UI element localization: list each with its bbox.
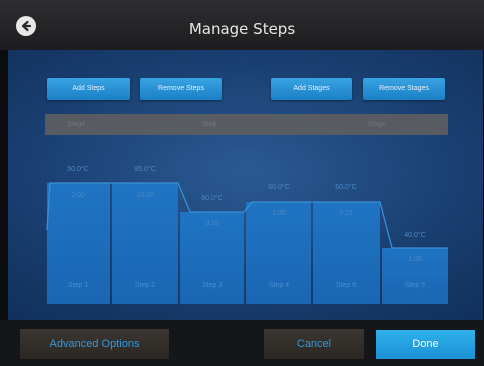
step-label: Step 1: [67, 282, 89, 289]
step-temp[interactable]: 60.0°C: [323, 184, 369, 191]
manage-steps-screen: Manage Steps Add Steps Remove Steps Add …: [0, 0, 484, 366]
step-temp[interactable]: 95.0°C: [122, 166, 168, 173]
step-time[interactable]: 1:00: [392, 256, 438, 263]
step-label: Step 3: [201, 282, 223, 289]
step-temp[interactable]: 50.0°C: [55, 166, 101, 173]
step-temp[interactable]: 40.0°C: [392, 232, 438, 239]
step-temp[interactable]: 60.0°C: [189, 195, 235, 202]
step-time[interactable]: 0:15: [189, 220, 235, 227]
step-label: Step 6: [404, 282, 426, 289]
step-time[interactable]: 0:15: [323, 210, 369, 217]
advanced-options-button[interactable]: Advanced Options: [20, 329, 169, 359]
step-label: Step 2: [134, 282, 156, 289]
step-label: Step 4: [268, 282, 290, 289]
step-time[interactable]: 1:00: [256, 210, 302, 217]
temperature-profile-line: [46, 182, 448, 249]
step-time[interactable]: 10:00: [122, 192, 168, 199]
step-time[interactable]: 2:00: [55, 192, 101, 199]
done-button[interactable]: Done: [376, 330, 475, 359]
step-label: Step 5: [335, 282, 357, 289]
cancel-button[interactable]: Cancel: [264, 329, 364, 359]
step-temp[interactable]: 60.0°C: [256, 184, 302, 191]
